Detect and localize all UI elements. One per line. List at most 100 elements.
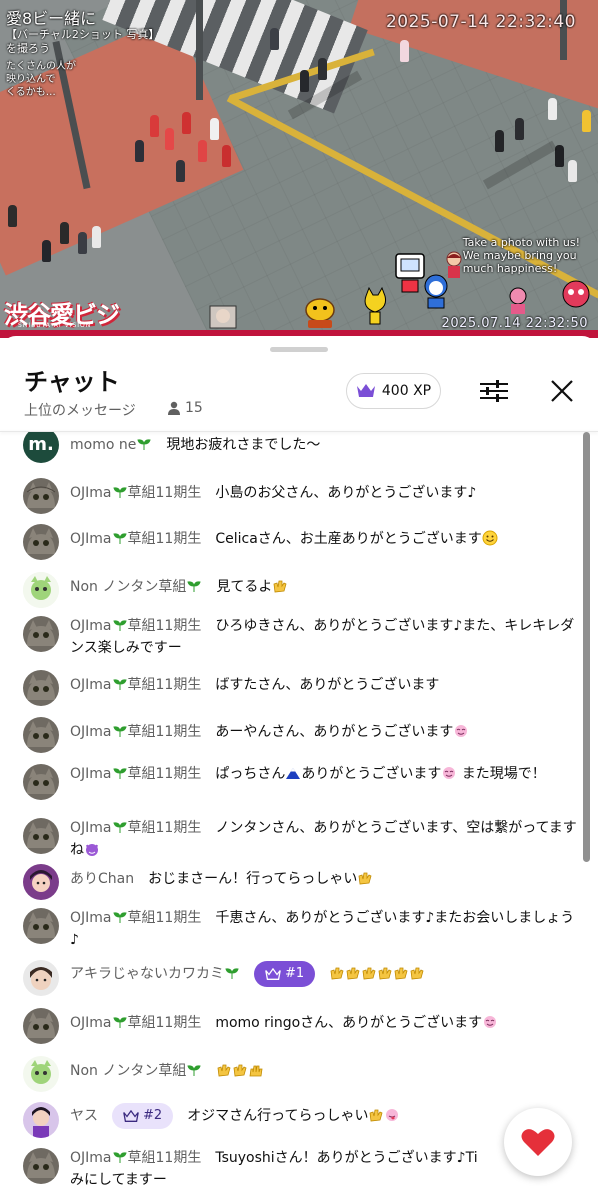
message-author[interactable]: OJIma 草組11期生 <box>70 724 201 740</box>
user-avatar[interactable] <box>23 616 59 652</box>
close-icon[interactable] <box>549 378 575 404</box>
message-text: Tsuyoshiさん！ありがとうございます♪Ti <box>215 1150 478 1166</box>
message-text: オジマさん行ってらっしゃい <box>187 1108 369 1124</box>
user-avatar[interactable] <box>23 1148 59 1184</box>
blush-emoji-icon <box>443 767 456 779</box>
message-text: おじまさーん！行ってらっしゃい <box>148 871 358 887</box>
clap-emoji-icon <box>362 967 376 980</box>
message-author[interactable]: OJIma 草組11期生 <box>70 766 201 782</box>
chat-message-list[interactable]: m. momo ne 現地お疲れさまでした～ OJIma 草組11期生 小島のお父さん… <box>0 432 598 1200</box>
pedestrian <box>515 118 524 140</box>
person-icon <box>168 401 180 415</box>
crown-icon <box>356 384 375 397</box>
message-text-before: ぱっちさん <box>215 766 286 782</box>
message-author[interactable]: OJIma 草組11期生 <box>70 677 201 693</box>
viewer-count: 15 <box>185 400 203 416</box>
user-avatar[interactable] <box>23 717 59 753</box>
character-sticker-cat <box>364 286 386 325</box>
message-text-after: また現場で！ <box>461 766 546 782</box>
message-author[interactable]: アキラじゃないカワカミ <box>70 966 240 982</box>
message-text: momo ringoさん、ありがとうございます <box>215 1015 483 1031</box>
user-avatar[interactable] <box>23 670 59 706</box>
xp-button[interactable]: 400 XP <box>346 373 441 409</box>
character-sticker-girl <box>446 251 462 278</box>
user-avatar[interactable]: m. <box>23 432 59 463</box>
heart-icon <box>521 1129 555 1156</box>
akira-avatar-icon <box>23 960 59 996</box>
pedestrian <box>135 140 144 162</box>
pedestrian <box>222 145 231 167</box>
chat-mode-selector[interactable]: 上位のメッセージ <box>24 400 136 420</box>
pedestrian <box>568 160 577 182</box>
pedestrian <box>60 222 69 244</box>
user-avatar[interactable] <box>23 764 59 800</box>
message-author[interactable]: OJIma 草組11期生 <box>70 1015 201 1031</box>
user-avatar[interactable] <box>23 1056 59 1092</box>
user-avatar[interactable] <box>23 818 59 854</box>
user-avatar[interactable] <box>23 864 59 900</box>
clap-emoji-icon <box>330 967 344 980</box>
xp-label: 400 XP <box>381 383 432 399</box>
chat-title: チャット <box>24 368 120 396</box>
clap-emoji-icon <box>394 967 408 980</box>
crown-icon <box>265 967 281 980</box>
message-author[interactable]: Non ノンタン草組 <box>70 1063 202 1079</box>
message-author[interactable]: OJIma 草組11期生 <box>70 485 201 501</box>
pedestrian <box>8 205 17 227</box>
pedestrian <box>495 130 504 152</box>
character-sticker-pink <box>509 287 527 314</box>
non-avatar-icon <box>23 572 59 608</box>
message-text: 現地お疲れさまでした～ <box>166 437 321 453</box>
tongue-emoji-icon <box>386 1109 399 1121</box>
mountain-emoji-icon <box>286 768 301 779</box>
message-author[interactable]: OJIma 草組11期生 <box>70 820 201 836</box>
live-video-player[interactable]: 愛8ビー緒に 【バーチャル2ショット 写真】 を撮ろう たくさんの人が 映り込ん… <box>0 0 598 338</box>
message-text: 見てるよ <box>216 579 273 595</box>
blush-emoji-icon <box>484 1016 497 1028</box>
message-author[interactable]: momo ne <box>70 437 152 453</box>
message-text: ばすたさん、ありがとうございます <box>215 677 440 693</box>
sliders-icon[interactable] <box>478 378 510 404</box>
message-text: ありがとうございます <box>301 766 442 782</box>
chat-scrollbar[interactable] <box>583 432 590 862</box>
heart-reaction-button[interactable] <box>504 1108 572 1176</box>
rank-badge: #1 <box>254 961 316 987</box>
pedestrian <box>42 240 51 262</box>
pedestrian <box>78 232 87 254</box>
stream-timestamp: 2025.07.14 22:32:50 <box>441 316 588 331</box>
message-author[interactable]: OJIma 草組11期生 <box>70 531 201 547</box>
user-avatar[interactable] <box>23 908 59 944</box>
message-author[interactable]: OJIma 草組11期生 <box>70 618 201 634</box>
clap-emoji-icon <box>378 967 392 980</box>
message-author[interactable]: ヤス <box>70 1108 98 1124</box>
user-avatar[interactable] <box>23 524 59 560</box>
message-author[interactable]: OJIma 草組11期生 <box>70 1150 201 1166</box>
user-avatar[interactable] <box>23 478 59 514</box>
pedestrian <box>548 98 557 120</box>
user-avatar[interactable] <box>23 1008 59 1044</box>
stream-overlay-subtitle: を撮ろう <box>6 42 50 55</box>
cat-avatar-icon <box>23 478 59 514</box>
clap-emoji-icon <box>346 967 360 980</box>
panel-drag-handle[interactable] <box>270 347 328 352</box>
smile-emoji-icon <box>482 530 498 546</box>
message-text-line2: みにしてますー <box>70 1172 167 1188</box>
message-text: Celicaさん、お土産ありがとうございます <box>215 531 482 547</box>
clap-emoji-icon <box>273 580 287 593</box>
message-author[interactable]: Non ノンタン草組 <box>70 579 202 595</box>
chat-panel: チャット 上位のメッセージ 15 400 XP m. momo ne 現地お疲れさ… <box>0 336 598 1200</box>
message-text: あーやんさん、ありがとうございます <box>215 724 454 740</box>
user-avatar[interactable] <box>23 572 59 608</box>
stream-timestamp: 2025-07-14 22:32:40 <box>385 12 576 32</box>
message-author[interactable]: OJIma 草組11期生 <box>70 910 201 926</box>
message-author[interactable]: ありChan <box>70 871 134 887</box>
emoji-row <box>329 966 425 982</box>
user-avatar[interactable] <box>23 1102 59 1138</box>
clap-emoji-icon <box>217 1064 231 1077</box>
pedestrian <box>270 28 279 50</box>
arichan-avatar-icon <box>23 864 59 900</box>
stream-overlay-note: たくさんの人が 映り込んで くるかも… <box>6 61 76 98</box>
photo-caption: Take a photo with us! We maybe bring you… <box>462 236 580 275</box>
user-avatar[interactable] <box>23 960 59 996</box>
pedestrian <box>182 112 191 134</box>
